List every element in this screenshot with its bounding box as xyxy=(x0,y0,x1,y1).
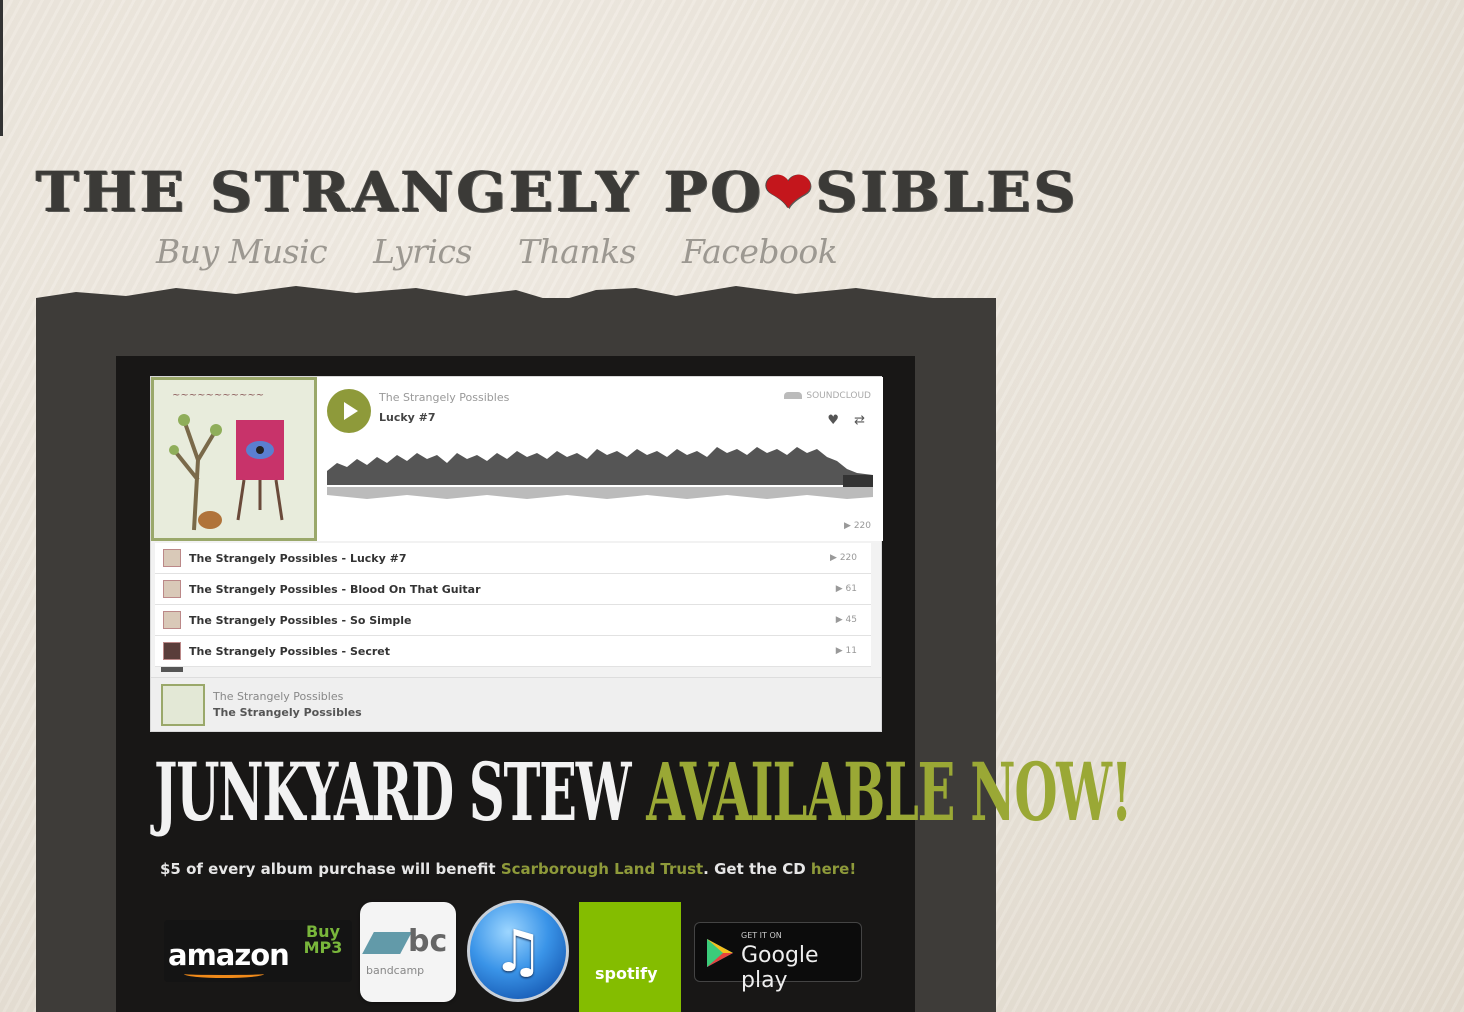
soundcloud-brand-text: SOUNDCLOUD xyxy=(806,391,871,401)
track-row[interactable]: The Strangely Possibles - Lucky #7 ▶ 220 xyxy=(155,543,871,574)
google-play-icon xyxy=(707,939,733,967)
play-button[interactable] xyxy=(327,389,371,433)
track-thumbnail xyxy=(163,611,181,629)
track-label: The Strangely Possibles - Blood On That … xyxy=(189,582,481,596)
track-thumbnail xyxy=(163,580,181,598)
amazon-tag: Buy MP3 xyxy=(303,922,343,957)
bandcamp-icon xyxy=(362,932,412,954)
heart-icon: ❤ xyxy=(764,159,816,225)
track-plays: ▶ 220 xyxy=(830,553,857,563)
itunes-badge[interactable]: ♫ xyxy=(467,900,569,1002)
amazon-smile-icon xyxy=(184,970,264,978)
soundcloud-player[interactable]: ~~~~~~~~~~~ The Strangely Possibles Luck… xyxy=(150,376,883,732)
track-plays: ▶ 61 xyxy=(835,584,857,594)
track-label: The Strangely Possibles - So Simple xyxy=(189,613,412,627)
share-icon[interactable]: ⇄ xyxy=(854,413,865,428)
band-logo[interactable]: THE STRANGELY PO❤SIBLES xyxy=(36,159,1076,225)
cloud-icon xyxy=(784,392,803,399)
window-edge-bar xyxy=(0,0,3,136)
google-play-badge[interactable]: GET IT ON Google play xyxy=(694,922,862,993)
promo-text-mid: . Get the CD xyxy=(703,860,811,878)
track-thumbnail xyxy=(163,549,181,567)
music-note-icon: ♫ xyxy=(492,917,544,985)
bandcamp-subtext: bandcamp xyxy=(366,964,425,977)
nav-link-thanks[interactable]: Thanks xyxy=(518,232,637,271)
amazon-wordmark: amazon xyxy=(168,938,290,972)
nav-link-buy-music[interactable]: Buy Music xyxy=(156,232,328,271)
play-icon xyxy=(344,402,358,420)
track-row[interactable]: The Strangely Possibles - Secret ▶ 11 xyxy=(155,636,871,667)
player-header: The Strangely Possibles Lucky #7 SOUNDCL… xyxy=(317,377,883,541)
google-play-subtext: GET IT ON xyxy=(741,931,782,940)
playlist-thumbnail xyxy=(161,684,205,726)
track-title[interactable]: Lucky #7 xyxy=(379,411,436,424)
track-plays: ▶ 45 xyxy=(835,615,857,625)
track-label: The Strangely Possibles - Secret xyxy=(189,644,390,658)
bandcamp-wordmark: bc xyxy=(408,924,448,959)
cd-here-link[interactable]: here! xyxy=(811,860,856,878)
promo-text: $5 of every album purchase will benefit … xyxy=(160,860,856,878)
spotify-badge[interactable]: spotify xyxy=(579,902,681,1012)
track-plays: ▶ 11 xyxy=(835,646,857,656)
headline-available: AVAILABLE NOW! xyxy=(646,745,1132,839)
promo-text-start: $5 of every album purchase will benefit xyxy=(160,860,501,878)
track-thumbnail xyxy=(163,642,181,660)
waveform[interactable] xyxy=(327,441,873,511)
more-tracks-indicator[interactable] xyxy=(161,667,183,672)
soundcloud-logo[interactable]: SOUNDCLOUD xyxy=(784,391,871,401)
album-headline: JUNKYARD STEW AVAILABLE NOW! xyxy=(154,744,1133,840)
track-row[interactable]: The Strangely Possibles - So Simple ▶ 45 xyxy=(155,605,871,636)
spotify-wordmark: spotify xyxy=(595,964,658,983)
logo-text-end: SIBLES xyxy=(815,159,1079,225)
svg-text:~~~~~~~~~~~: ~~~~~~~~~~~ xyxy=(172,390,264,401)
land-trust-link[interactable]: Scarborough Land Trust xyxy=(501,860,703,878)
track-row[interactable]: The Strangely Possibles - Blood On That … xyxy=(155,574,871,605)
track-label: The Strangely Possibles - Lucky #7 xyxy=(189,551,407,565)
playlist-title: The Strangely Possibles xyxy=(213,706,362,719)
logo-text-start: THE STRANGELY PO xyxy=(36,159,765,225)
amazon-mp3-badge[interactable]: amazon Buy MP3 xyxy=(164,920,352,982)
headline-album-name: JUNKYARD STEW xyxy=(154,745,631,839)
play-count: ▶ 220 xyxy=(844,521,871,531)
bandcamp-badge[interactable]: bc bandcamp xyxy=(360,902,456,1002)
track-list: The Strangely Possibles - Lucky #7 ▶ 220 … xyxy=(155,543,871,667)
playlist-artist: The Strangely Possibles xyxy=(213,690,344,703)
track-artist[interactable]: The Strangely Possibles xyxy=(379,391,509,404)
google-play-wordmark: Google play xyxy=(741,943,819,993)
heart-like-icon[interactable]: ♥ xyxy=(827,413,839,428)
album-art-image: ~~~~~~~~~~~ xyxy=(151,377,317,541)
nav-link-lyrics[interactable]: Lyrics xyxy=(373,232,472,271)
main-nav: Buy Music Lyrics Thanks Facebook xyxy=(156,232,838,271)
player-footer[interactable]: The Strangely Possibles The Strangely Po… xyxy=(151,677,881,731)
nav-link-facebook[interactable]: Facebook xyxy=(682,232,838,271)
